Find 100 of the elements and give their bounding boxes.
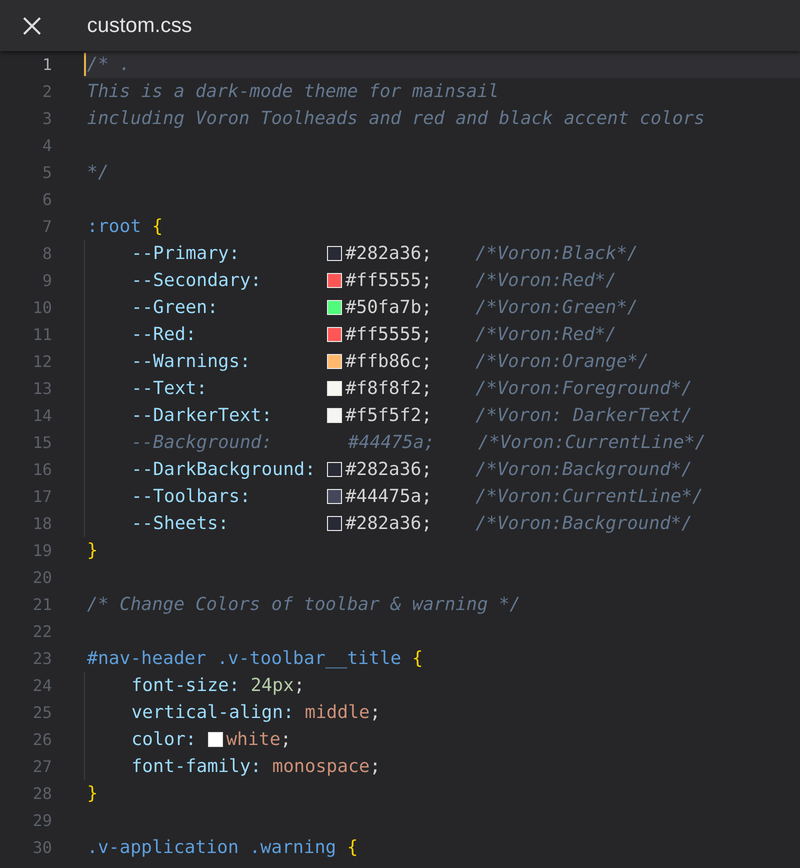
property-value: #282a36; bbox=[345, 243, 434, 264]
property-value: ; bbox=[280, 729, 292, 750]
property-value: #f5f5f2; bbox=[345, 405, 434, 426]
line-number: 30 bbox=[32, 838, 52, 857]
line-number: 17 bbox=[32, 487, 52, 506]
css-selector: :root bbox=[87, 216, 142, 237]
property-name: vertical-align: bbox=[130, 702, 295, 723]
line-number: 25 bbox=[32, 703, 52, 722]
line-number: 29 bbox=[32, 811, 52, 830]
property-name: --Green: bbox=[130, 297, 220, 318]
property-value: ; bbox=[370, 756, 381, 777]
line-number: 4 bbox=[41, 136, 52, 155]
property-name: color: bbox=[130, 729, 198, 750]
code-comment: including Voron Toolheads and red and black accent colors bbox=[87, 108, 705, 129]
color-swatch[interactable] bbox=[327, 300, 342, 315]
css-selector: .v-application .warning bbox=[87, 837, 338, 858]
color-swatch[interactable] bbox=[327, 408, 342, 423]
code-comment: /*Voron:Red*/ bbox=[475, 270, 616, 291]
property-name: font-family: bbox=[130, 756, 262, 777]
property-value: ; bbox=[370, 702, 381, 723]
property-name: --Sheets: bbox=[130, 513, 230, 534]
css-selector: #nav-header .v-toolbar__title bbox=[87, 648, 402, 669]
property-value: #ff5555; bbox=[345, 324, 434, 345]
line-number: 18 bbox=[32, 514, 52, 533]
property-value: middle bbox=[304, 702, 370, 723]
property-value: #ff5555; bbox=[345, 270, 434, 291]
property-value: #f8f8f2; bbox=[345, 378, 434, 399]
close-icon bbox=[23, 16, 41, 34]
code-comment: /*Voron:Red*/ bbox=[475, 324, 616, 345]
code-comment: /*Voron:Green*/ bbox=[475, 297, 638, 318]
property-name: --Toolbars: bbox=[130, 486, 252, 507]
line-number: 12 bbox=[32, 352, 52, 371]
text-cursor bbox=[84, 53, 86, 76]
line-number: 7 bbox=[41, 217, 52, 236]
code-comment: /*Voron:Orange*/ bbox=[475, 351, 649, 372]
line-number: 13 bbox=[32, 379, 52, 398]
line-number: 27 bbox=[32, 757, 52, 776]
line-number: 22 bbox=[32, 622, 52, 641]
property-value: ; bbox=[294, 675, 305, 696]
line-number: 21 bbox=[32, 595, 52, 614]
color-swatch[interactable] bbox=[208, 732, 224, 747]
property-value: #50fa7b; bbox=[345, 297, 434, 318]
property-name: font-size: bbox=[130, 675, 241, 696]
code-comment: /*Voron:Black*/ bbox=[475, 243, 638, 264]
brace: { bbox=[412, 648, 423, 669]
property-name: --Text: bbox=[130, 378, 208, 399]
line-number: 8 bbox=[41, 244, 52, 263]
line-number: 10 bbox=[32, 298, 52, 317]
code-comment: /* Change Colors of toolbar & warning */ bbox=[87, 594, 520, 615]
color-swatch[interactable] bbox=[327, 354, 342, 369]
line-number: 23 bbox=[32, 649, 52, 668]
code-comment: /*Voron:Background*/ bbox=[475, 459, 692, 480]
code-comment: This is a dark-mode theme for mainsail bbox=[87, 81, 499, 102]
line-number: 2 bbox=[41, 82, 52, 101]
line-number: 24 bbox=[32, 676, 52, 695]
code-comment: /*Voron:Foreground*/ bbox=[475, 378, 692, 399]
line-number: 6 bbox=[41, 190, 52, 209]
code-comment: /* . bbox=[87, 54, 130, 75]
color-swatch[interactable] bbox=[327, 516, 342, 531]
property-value: white bbox=[226, 729, 280, 750]
property-name: --Warnings: bbox=[130, 351, 252, 372]
line-number: 26 bbox=[32, 730, 52, 749]
line-number: 9 bbox=[41, 271, 52, 290]
brace: } bbox=[87, 783, 98, 804]
color-swatch[interactable] bbox=[327, 462, 342, 477]
property-name: --Primary: bbox=[130, 243, 241, 264]
line-number: 16 bbox=[32, 460, 52, 479]
code-comment: --Background: #44475a; /*Voron:CurrentLine*/ bbox=[130, 432, 706, 453]
line-number: 1 bbox=[41, 55, 52, 74]
code-comment: /*Voron: DarkerText/ bbox=[475, 405, 692, 426]
code-comment: /*Voron:Background*/ bbox=[475, 513, 692, 534]
line-number: 5 bbox=[41, 163, 52, 182]
line-number: 11 bbox=[32, 325, 52, 344]
property-value: #282a36; bbox=[345, 513, 434, 534]
line-number: 14 bbox=[32, 406, 52, 425]
line-number: 19 bbox=[32, 541, 52, 560]
property-value: 24px bbox=[250, 675, 294, 696]
color-swatch[interactable] bbox=[327, 246, 342, 261]
line-number: 28 bbox=[32, 784, 52, 803]
color-swatch[interactable] bbox=[327, 273, 342, 288]
code-comment: */ bbox=[87, 162, 109, 183]
brace: { bbox=[347, 837, 358, 858]
color-swatch[interactable] bbox=[327, 489, 342, 504]
line-number: 15 bbox=[32, 433, 52, 452]
file-title: custom.css bbox=[87, 14, 192, 38]
property-value: #44475a; bbox=[345, 486, 434, 507]
property-name: --DarkerText: bbox=[130, 405, 274, 426]
line-number: 3 bbox=[41, 109, 52, 128]
property-value: monospace bbox=[272, 756, 370, 777]
brace: } bbox=[87, 540, 98, 561]
line-number: 20 bbox=[32, 568, 52, 587]
property-value: #282a36; bbox=[345, 459, 434, 480]
property-name: --Secondary: bbox=[130, 270, 262, 291]
color-swatch[interactable] bbox=[327, 327, 342, 342]
code-comment: /*Voron:CurrentLine*/ bbox=[475, 486, 704, 507]
property-value: #ffb86c; bbox=[345, 351, 434, 372]
property-name: --Red: bbox=[130, 324, 198, 345]
color-swatch[interactable] bbox=[327, 381, 342, 396]
property-name: --DarkBackground: bbox=[130, 459, 317, 480]
brace: { bbox=[152, 216, 163, 237]
